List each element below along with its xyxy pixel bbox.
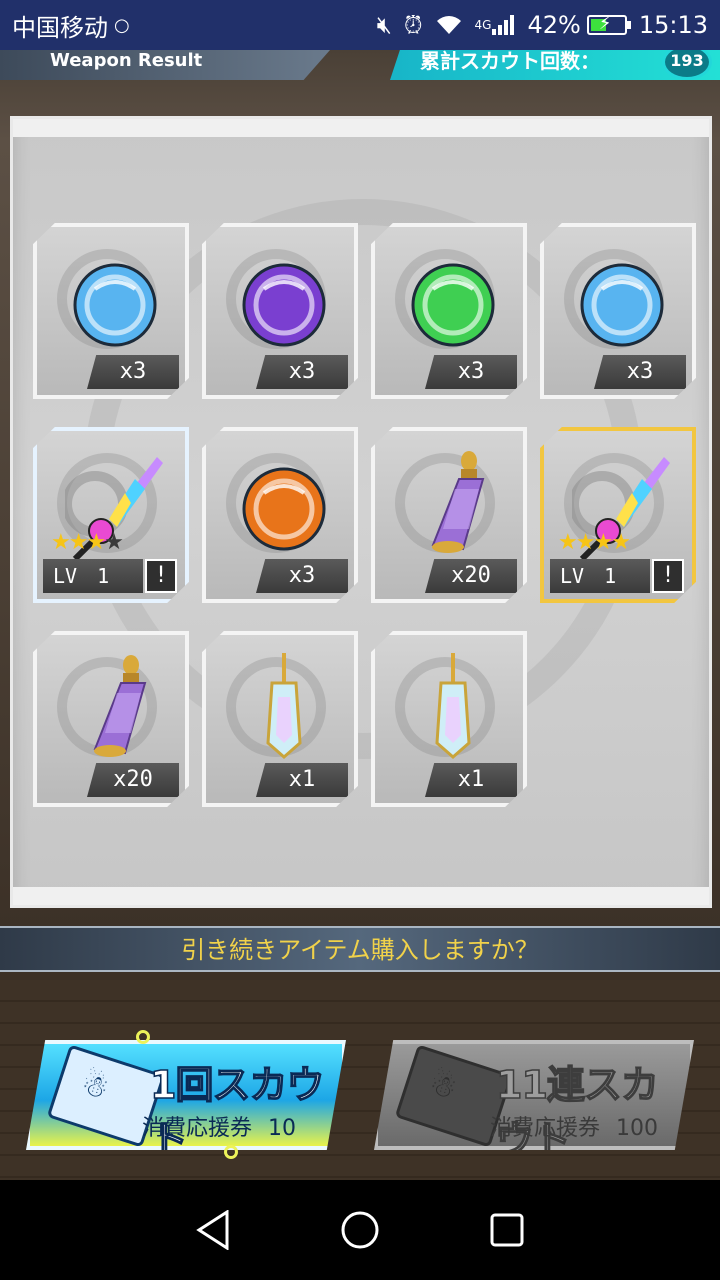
scout-count-header: 累計スカウト回数： 193 bbox=[390, 50, 720, 80]
signal-icon: 4G bbox=[475, 14, 516, 36]
result-panel: x3 x3 x3 x3 ★★★★ LV 1! x3 x20 ★★★★ LV 1! x20 x1 x1 bbox=[10, 116, 712, 908]
scout-count-label: 累計スカウト回数： bbox=[420, 50, 600, 73]
item-quantity: x20 bbox=[425, 559, 517, 593]
item-quantity: x3 bbox=[256, 355, 348, 389]
network-type: 4G bbox=[474, 18, 492, 32]
multi-scout-title: 11連スカウト bbox=[495, 1062, 659, 1162]
item-card[interactable]: x3 bbox=[540, 223, 696, 399]
item-card[interactable]: x3 bbox=[202, 223, 358, 399]
multi-scout-cost: 消費応援券 100 bbox=[490, 1110, 658, 1142]
star-filled-icon: ★ bbox=[68, 530, 89, 555]
lock-icon[interactable]: ! bbox=[652, 559, 684, 593]
orb-icon bbox=[234, 449, 334, 559]
rarity-stars: ★★★★ bbox=[558, 530, 631, 555]
item-quantity: x1 bbox=[256, 763, 348, 797]
crystal-vial-icon bbox=[403, 653, 503, 763]
item-quantity: x3 bbox=[256, 559, 348, 593]
home-icon bbox=[341, 1211, 379, 1249]
orb-icon bbox=[234, 245, 334, 355]
item-quantity: x3 bbox=[594, 355, 686, 389]
star-filled-icon: ★ bbox=[51, 530, 71, 555]
item-card[interactable]: x20 bbox=[33, 631, 189, 807]
clock: 15:13 bbox=[638, 11, 708, 39]
item-card[interactable]: x3 bbox=[371, 223, 527, 399]
single-scout-cost-value: 10 bbox=[268, 1116, 297, 1141]
navigation-bar bbox=[0, 1180, 720, 1280]
weapon-level: LV 1 bbox=[550, 559, 650, 593]
star-filled-icon: ★ bbox=[86, 530, 106, 555]
crystal-vial-icon bbox=[234, 653, 334, 763]
recents-icon bbox=[490, 1213, 524, 1247]
home-button[interactable] bbox=[335, 1205, 385, 1255]
back-button[interactable] bbox=[188, 1205, 238, 1255]
single-scout-button[interactable]: ☃︎ 1回スカウト 消費応援券 10 bbox=[26, 1040, 346, 1150]
orb-icon bbox=[65, 245, 165, 355]
item-card[interactable]: x20 bbox=[371, 427, 527, 603]
star-filled-icon: ★ bbox=[593, 530, 613, 555]
decoration-ring bbox=[224, 1145, 238, 1159]
purchase-prompt: 引き続きアイテム購入しますか？ bbox=[0, 926, 720, 972]
orb-icon bbox=[572, 245, 672, 355]
panel-bottom-bar bbox=[13, 887, 709, 905]
game-scene: Weapon Result 累計スカウト回数： 193 x3 x3 x3 x3 ★★★★… bbox=[0, 50, 720, 1180]
star-filled-icon: ★ bbox=[575, 530, 596, 555]
back-icon bbox=[196, 1210, 229, 1250]
mute-icon: 🔇︎ bbox=[376, 11, 392, 39]
battery-percent: 42% bbox=[527, 11, 581, 39]
panel-top-bar bbox=[13, 119, 709, 137]
item-quantity: x1 bbox=[425, 763, 517, 797]
potion-icon bbox=[65, 653, 165, 763]
star-filled-icon: ★ bbox=[611, 530, 631, 555]
rarity-stars: ★★★★ bbox=[51, 530, 124, 555]
recents-button[interactable] bbox=[482, 1205, 532, 1255]
item-quantity: x3 bbox=[87, 355, 179, 389]
weapon-level: LV 1 bbox=[43, 559, 143, 593]
item-quantity: x20 bbox=[87, 763, 179, 797]
chat-icon: ○ bbox=[114, 14, 130, 36]
status-bar: 中国移动 ○ 🔇︎ ⏰︎ 4G 42% ⚡︎ 15:13 bbox=[0, 0, 720, 50]
multi-scout-cost-label: 消費応援券 bbox=[490, 1116, 601, 1141]
item-card[interactable]: x3 bbox=[202, 427, 358, 603]
orb-icon bbox=[403, 245, 503, 355]
wifi-icon bbox=[435, 14, 463, 36]
star-filled-icon: ★ bbox=[558, 530, 578, 555]
item-card[interactable]: ★★★★ LV 1! bbox=[33, 427, 189, 603]
multi-scout-button[interactable]: ☃︎ 11連スカウト 消費応援券 100 bbox=[374, 1040, 694, 1150]
potion-icon bbox=[403, 449, 503, 559]
item-card[interactable]: x3 bbox=[33, 223, 189, 399]
single-scout-cost: 消費応援券 10 bbox=[142, 1110, 296, 1142]
star-empty-icon: ★ bbox=[104, 530, 124, 555]
lock-icon[interactable]: ! bbox=[145, 559, 177, 593]
alarm-icon: ⏰︎ bbox=[403, 11, 423, 39]
single-scout-cost-label: 消費応援券 bbox=[142, 1116, 253, 1141]
carrier-name: 中国移动 bbox=[12, 13, 108, 42]
item-card[interactable]: ★★★★ LV 1! bbox=[540, 427, 696, 603]
single-scout-title: 1回スカウト bbox=[149, 1062, 325, 1162]
item-card[interactable]: x1 bbox=[202, 631, 358, 807]
battery-icon: ⚡︎ bbox=[586, 13, 631, 35]
result-header: Weapon Result bbox=[0, 50, 330, 80]
item-quantity: x3 bbox=[425, 355, 517, 389]
scout-count-badge: 193 bbox=[662, 50, 712, 80]
item-card[interactable]: x1 bbox=[371, 631, 527, 807]
multi-scout-cost-value: 100 bbox=[616, 1116, 659, 1141]
decoration-ring bbox=[136, 1030, 150, 1044]
